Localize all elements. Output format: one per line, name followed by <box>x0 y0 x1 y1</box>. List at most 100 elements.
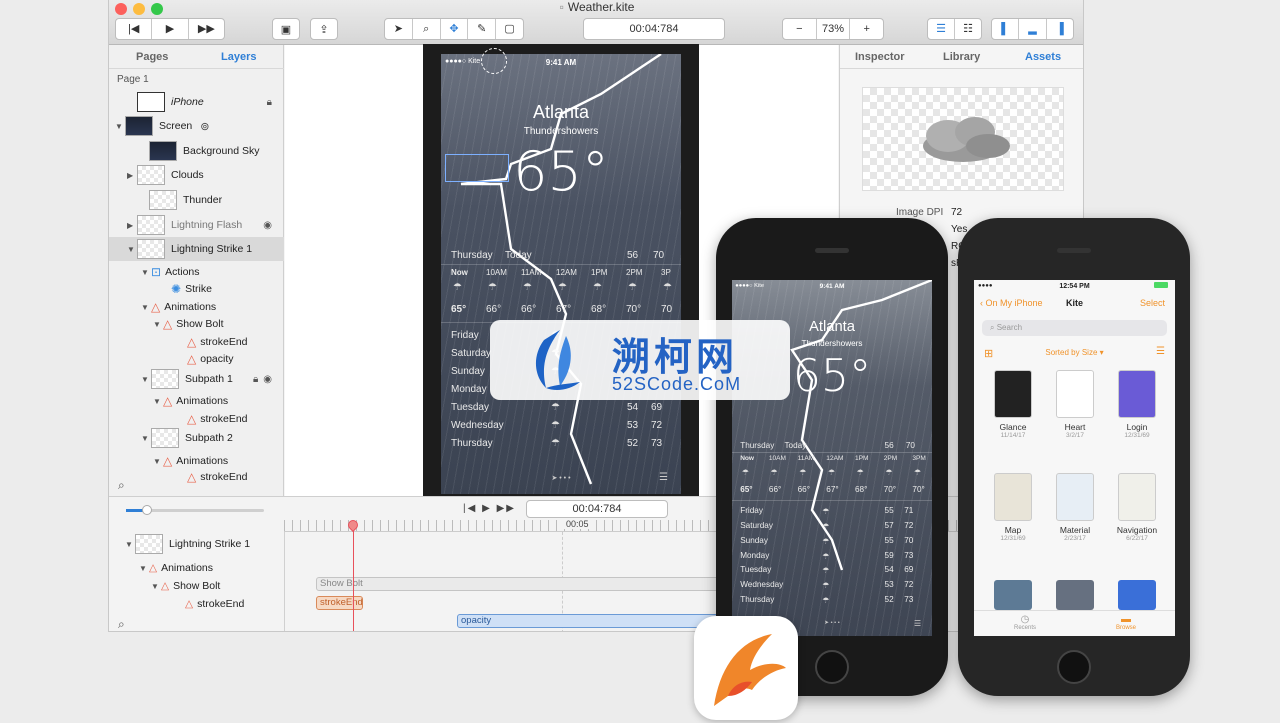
collapse-triangle-icon[interactable]: ▼ <box>139 564 149 573</box>
hour-temp: 66° <box>768 485 782 494</box>
search-icon[interactable]: ⌕ <box>118 478 125 493</box>
fast-forward-button[interactable]: ▶▶ <box>189 19 224 39</box>
collapse-triangle-icon[interactable]: ▼ <box>153 457 163 466</box>
layer-row[interactable]: ✺ Strike <box>109 280 284 298</box>
layer-row[interactable]: △ opacity <box>109 350 284 368</box>
collapse-triangle-icon[interactable]: ▼ <box>153 320 163 329</box>
animation-icon: △ <box>161 580 170 592</box>
layout-b-button[interactable]: ☷ <box>955 19 981 39</box>
preview-button[interactable]: ▣ <box>272 18 300 40</box>
layout-a-button[interactable]: ☰ <box>928 19 955 39</box>
file-item[interactable]: Navigation 6/22/17 <box>1110 473 1164 542</box>
toggle-left-panel-button[interactable]: ▌ <box>992 19 1020 39</box>
list-icon[interactable]: ☰ <box>659 472 668 483</box>
list-view-icon[interactable]: ☰ <box>1156 346 1165 357</box>
file-item[interactable]: Heart 3/2/17 <box>1048 370 1102 439</box>
collapse-triangle-icon[interactable]: ▼ <box>125 540 135 549</box>
shape-tool-button[interactable]: ▢ <box>496 19 523 39</box>
hour-temp: 65° <box>451 304 467 315</box>
timeline-time[interactable]: 00:04:784 <box>526 500 668 518</box>
animation-icon: △ <box>187 352 197 366</box>
file-date: 11/14/17 <box>1000 432 1026 439</box>
design-iphone-frame[interactable]: ●●●●○ Kite 9:41 AM Atlanta Thundershowers 65… <box>423 44 699 496</box>
timeline-row[interactable]: △ strokeEnd <box>109 595 284 613</box>
home-button-2[interactable] <box>1057 650 1091 684</box>
rewind-button[interactable]: |◀ <box>116 19 153 39</box>
timeline-row[interactable]: ▼ △ Animations <box>109 559 284 577</box>
select-button[interactable]: Select <box>1140 298 1165 308</box>
layer-row[interactable]: ▼ △ Show Bolt <box>109 315 284 333</box>
layer-row[interactable]: ▼ Lightning Strike 1 <box>109 237 284 261</box>
layer-row[interactable]: iPhone 🔒︎ <box>109 90 284 114</box>
show-bolt-bar[interactable]: Show Bolt <box>316 577 736 591</box>
collapse-triangle-icon[interactable]: ▼ <box>153 397 163 406</box>
timeline-forward-button[interactable]: ▶▶ <box>497 503 516 514</box>
layer-row[interactable]: Thunder <box>109 188 284 212</box>
selection-box[interactable] <box>445 154 509 182</box>
timeline-search-icon[interactable]: ⌕ <box>118 617 125 631</box>
share-button[interactable]: ⇪ <box>310 18 338 40</box>
expand-triangle-icon[interactable]: ▶ <box>127 171 137 180</box>
list-icon[interactable]: ☰ <box>914 618 921 628</box>
timeline-row[interactable]: ▼ Lightning Strike 1 <box>109 534 284 554</box>
file-item[interactable]: Glance 11/14/17 <box>986 370 1040 439</box>
timeline-zoom-slider[interactable] <box>126 505 264 515</box>
layer-row[interactable]: ▼ Screen ⊚ <box>109 114 284 138</box>
rotation-handle[interactable] <box>481 48 507 74</box>
layer-row[interactable]: ▶ Lightning Flash ◉ <box>109 213 284 237</box>
playhead[interactable] <box>353 521 354 631</box>
select-tool-button[interactable]: ➤ <box>385 19 413 39</box>
collapse-triangle-icon[interactable]: ▼ <box>141 303 151 312</box>
timeline-play-button[interactable]: ▶ <box>482 503 492 514</box>
collapse-triangle-icon[interactable]: ▼ <box>151 582 161 591</box>
file-item[interactable]: Material 2/23/17 <box>1048 473 1102 542</box>
stroke-end-bar[interactable]: strokeEnd <box>316 596 363 610</box>
move-tool-button[interactable]: ✥ <box>441 19 469 39</box>
tab-browse[interactable]: ▬ Browse <box>1116 614 1136 631</box>
layer-row[interactable]: Background Sky <box>109 139 284 163</box>
tab-assets[interactable]: Assets <box>1025 51 1061 63</box>
timeline-rewind-button[interactable]: |◀ <box>463 503 477 514</box>
collapse-triangle-icon[interactable]: ▼ <box>127 245 137 254</box>
tab-library[interactable]: Library <box>943 51 980 63</box>
layer-row[interactable]: ▼ △ Animations <box>109 298 284 316</box>
layer-row[interactable]: ▼ △ Animations <box>109 392 284 410</box>
asset-preview[interactable] <box>862 87 1064 191</box>
file-item[interactable]: Login 12/31/69 <box>1110 370 1164 439</box>
zoom-tool-button[interactable]: ⌕ <box>413 19 441 39</box>
sort-button[interactable]: Sorted by Size ▾ <box>974 348 1175 357</box>
lock-icon[interactable]: 🔒︎ <box>267 97 272 108</box>
tab-inspector[interactable]: Inspector <box>855 51 905 63</box>
collapse-triangle-icon[interactable]: ▼ <box>141 375 151 384</box>
search-field[interactable]: ⌕ Search <box>982 320 1167 336</box>
pen-tool-button[interactable]: ✎ <box>468 19 497 39</box>
zoom-out-button[interactable]: − <box>783 19 817 39</box>
tab-pages[interactable]: Pages <box>136 51 168 63</box>
file-name: Navigation <box>1116 525 1158 535</box>
layer-row[interactable]: ▶ Clouds <box>109 163 284 187</box>
layer-row[interactable]: △ strokeEnd <box>109 468 284 486</box>
tab-recents[interactable]: ◷ Recents <box>1014 614 1036 631</box>
tab-layers[interactable]: Layers <box>221 51 256 63</box>
expand-triangle-icon[interactable]: ▶ <box>127 221 137 230</box>
home-button[interactable] <box>815 650 849 684</box>
toggle-right-panel-button[interactable]: ▐ <box>1047 19 1073 39</box>
collapse-triangle-icon[interactable]: ▼ <box>115 122 125 131</box>
layer-row[interactable]: ▼ Subpath 1 🔒︎ ◉ <box>109 367 284 391</box>
timeline-row[interactable]: ▼ △ Show Bolt <box>109 577 284 595</box>
play-button[interactable]: ▶ <box>152 19 189 39</box>
collapse-triangle-icon[interactable]: ▼ <box>141 268 151 277</box>
layer-row[interactable]: △ strokeEnd <box>109 333 284 351</box>
layer-label: Background Sky <box>183 145 260 157</box>
zoom-level[interactable]: 73% <box>817 19 851 39</box>
zoom-in-button[interactable]: + <box>850 19 883 39</box>
collapse-triangle-icon[interactable]: ▼ <box>141 434 151 443</box>
eye-icon[interactable]: ◉ <box>263 374 272 385</box>
layer-row[interactable]: ▼ ⊡ Actions <box>109 263 284 281</box>
eye-icon[interactable]: ◉ <box>263 220 272 231</box>
lock-icon[interactable]: 🔒︎ <box>253 374 258 385</box>
toggle-bottom-panel-button[interactable]: ▂ <box>1019 19 1047 39</box>
layer-row[interactable]: ▼ Subpath 2 <box>109 426 284 450</box>
file-item[interactable]: Map 12/31/69 <box>986 473 1040 542</box>
time-display[interactable]: 00:04:784 <box>583 18 725 40</box>
